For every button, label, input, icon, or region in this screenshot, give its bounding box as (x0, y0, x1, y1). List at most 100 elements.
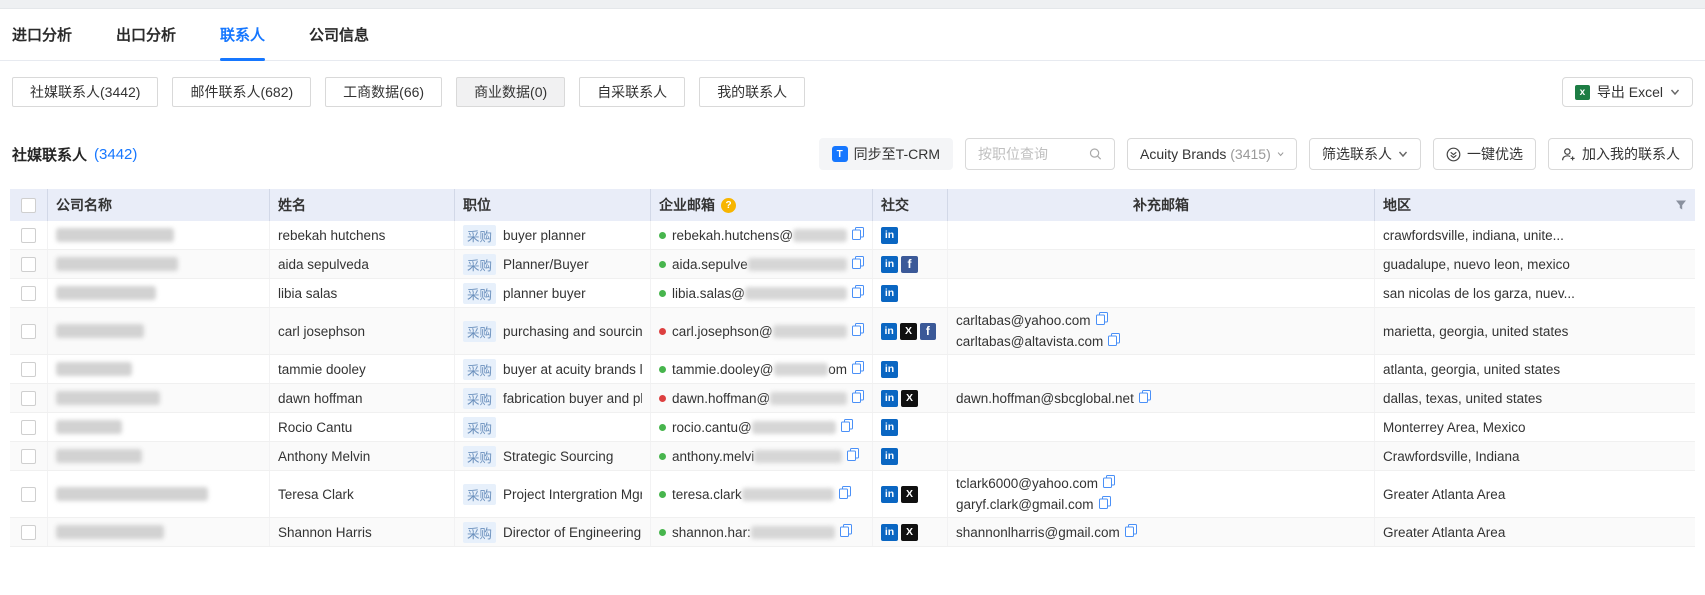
company-cell (48, 471, 270, 517)
email-redacted (752, 421, 836, 434)
row-checkbox[interactable] (21, 420, 36, 435)
filter-contacts-button[interactable]: 筛选联系人 (1309, 138, 1421, 170)
email-status-dot (659, 290, 666, 297)
row-checkbox[interactable] (21, 525, 36, 540)
copy-icon[interactable] (1139, 388, 1151, 409)
x-icon[interactable]: X (901, 524, 918, 541)
tcrm-logo-icon: T (832, 146, 848, 162)
copy-icon[interactable] (852, 256, 864, 272)
copy-icon[interactable] (840, 524, 852, 540)
job-title: buyer planner (503, 228, 586, 243)
sync-to-tcrm-button[interactable]: T 同步至T-CRM (819, 138, 953, 170)
job-title-search-input[interactable] (978, 146, 1083, 162)
row-checkbox[interactable] (21, 286, 36, 301)
extra-emails: carltabas@yahoo.comcarltabas@altavista.c… (948, 308, 1375, 354)
copy-icon[interactable] (841, 419, 853, 435)
title-cell: 采购 planner buyer (455, 279, 651, 307)
email-suffix: om (828, 362, 847, 377)
email-status-dot (659, 395, 666, 402)
copy-icon[interactable] (852, 361, 864, 377)
job-title: Strategic Sourcing (503, 449, 613, 464)
company-cell (48, 308, 270, 354)
copy-icon[interactable] (847, 448, 859, 464)
copy-icon[interactable] (1125, 522, 1137, 543)
window-top-strip (0, 0, 1705, 9)
filter-social-contacts[interactable]: 社媒联系人(3442) (12, 77, 158, 107)
add-to-my-contacts-button[interactable]: 加入我的联系人 (1548, 138, 1693, 170)
row-checkbox[interactable] (21, 324, 36, 339)
linkedin-icon[interactable]: in (881, 448, 898, 465)
filter-funnel-icon[interactable] (1675, 199, 1687, 211)
section-header: 社媒联系人 (3442) T 同步至T-CRM Acuity Brands (3… (12, 137, 1693, 171)
linkedin-icon[interactable]: in (881, 323, 897, 340)
row-checkbox[interactable] (21, 391, 36, 406)
table-row: libia salas 采购 planner buyer libia.salas… (10, 279, 1695, 308)
row-checkbox[interactable] (21, 228, 36, 243)
row-checkbox[interactable] (21, 487, 36, 502)
x-icon[interactable]: X (901, 486, 918, 503)
company-select[interactable]: Acuity Brands (3415) (1127, 138, 1297, 170)
tab-contacts[interactable]: 联系人 (220, 9, 265, 60)
filter-email-contacts[interactable]: 邮件联系人(682) (172, 77, 311, 107)
email-prefix: dawn.hoffman@ (672, 391, 770, 406)
copy-icon[interactable] (852, 390, 864, 406)
company-cell (48, 279, 270, 307)
filter-business-registry[interactable]: 工商数据(66) (325, 77, 442, 107)
linkedin-icon[interactable]: in (881, 524, 898, 541)
email-prefix: anthony.melvi (672, 449, 754, 464)
help-question-icon[interactable]: ? (721, 198, 736, 213)
job-title: fabrication buyer and pla... (503, 391, 642, 406)
linkedin-icon[interactable]: in (881, 285, 898, 302)
email-cell: rebekah.hutchens@ (651, 221, 873, 249)
search-icon (1089, 147, 1102, 161)
company-name-redacted (56, 391, 160, 405)
facebook-icon[interactable]: f (920, 323, 936, 340)
contact-source-filterbar: 社媒联系人(3442) 邮件联系人(682) 工商数据(66) 商业数据(0) … (12, 77, 1693, 107)
linkedin-icon[interactable]: in (881, 361, 898, 378)
region: Monterrey Area, Mexico (1375, 413, 1695, 441)
copy-icon[interactable] (1103, 473, 1115, 494)
linkedin-icon[interactable]: in (881, 227, 898, 244)
row-checkbox[interactable] (21, 362, 36, 377)
select-all-checkbox[interactable] (21, 198, 36, 213)
copy-icon[interactable] (839, 486, 851, 502)
x-icon[interactable]: X (901, 390, 918, 407)
copy-icon[interactable] (1108, 331, 1120, 352)
job-title-search[interactable] (965, 138, 1115, 170)
social-icons: in (873, 221, 948, 249)
row-checkbox[interactable] (21, 257, 36, 272)
email-status-dot (659, 453, 666, 460)
tab-import-analysis[interactable]: 进口分析 (12, 9, 72, 60)
one-click-select-button[interactable]: 一键优选 (1433, 138, 1536, 170)
extra-email-line: carltabas@altavista.com (956, 331, 1120, 352)
x-icon[interactable]: X (900, 323, 916, 340)
table-row: rebekah hutchens 采购 buyer planner rebeka… (10, 221, 1695, 250)
copy-icon[interactable] (1096, 310, 1108, 331)
facebook-icon[interactable]: f (901, 256, 918, 273)
row-checkbox[interactable] (21, 449, 36, 464)
filter-commercial-data[interactable]: 商业数据(0) (456, 77, 565, 107)
linkedin-icon[interactable]: in (881, 390, 898, 407)
extra-email-line: dawn.hoffman@sbcglobal.net (956, 388, 1151, 409)
export-excel-button[interactable]: x 导出 Excel (1562, 77, 1693, 107)
region: Greater Atlanta Area (1375, 471, 1695, 517)
filter-self-collected[interactable]: 自采联系人 (579, 77, 685, 107)
linkedin-icon[interactable]: in (881, 419, 898, 436)
buyer-tag: 采购 (463, 417, 496, 438)
col-region: 地区 (1375, 189, 1695, 221)
social-icons: in (873, 413, 948, 441)
filter-my-contacts[interactable]: 我的联系人 (699, 77, 805, 107)
copy-icon[interactable] (852, 227, 864, 243)
tab-company-info[interactable]: 公司信息 (309, 9, 369, 60)
linkedin-icon[interactable]: in (881, 486, 898, 503)
social-icons: inX (873, 518, 948, 546)
buyer-tag: 采购 (463, 522, 496, 543)
copy-icon[interactable] (1099, 494, 1111, 515)
tab-export-analysis[interactable]: 出口分析 (116, 9, 176, 60)
contact-name: Shannon Harris (270, 518, 455, 546)
extra-emails (948, 355, 1375, 383)
copy-icon[interactable] (852, 285, 864, 301)
copy-icon[interactable] (852, 323, 864, 339)
linkedin-icon[interactable]: in (881, 256, 898, 273)
buyer-tag: 采购 (463, 484, 496, 505)
